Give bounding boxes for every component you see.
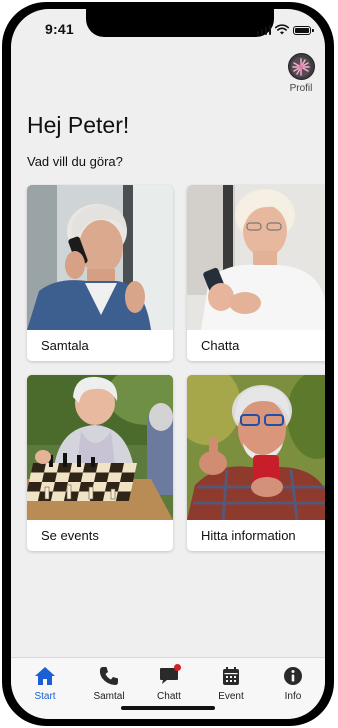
tab-event-label: Event [218, 691, 244, 702]
tab-event[interactable]: Event [201, 664, 261, 702]
home-icon [35, 667, 55, 685]
tab-samtal-label: Samtal [93, 691, 125, 702]
card-hitta-information[interactable]: Hitta information [187, 375, 325, 551]
calendar-icon [223, 667, 239, 685]
signal-icon [256, 25, 271, 35]
subtitle: Vad vill du göra? [27, 154, 123, 169]
greeting-title: Hej Peter! [27, 112, 130, 138]
card-se-events[interactable]: Se events [27, 375, 173, 551]
tab-info[interactable]: Info [263, 664, 323, 702]
card-chatta[interactable]: Chatta [187, 185, 325, 361]
card-samtala[interactable]: Samtala [27, 185, 173, 361]
card-hitta-information-label: Hitta information [187, 520, 325, 551]
status-icons [256, 24, 314, 35]
tab-start[interactable]: Start [15, 664, 75, 702]
tab-start-label: Start [34, 691, 56, 702]
home-indicator [121, 706, 215, 710]
photo-seniors-playing-chess [27, 375, 173, 520]
tab-chatt[interactable]: Chatt [139, 664, 199, 702]
chat-unread-badge [174, 664, 181, 671]
wifi-icon [275, 24, 289, 35]
photo-senior-man-thumbs-up [187, 375, 325, 520]
photo-senior-woman-texting [187, 185, 325, 330]
status-time: 9:41 [45, 21, 74, 37]
flower-avatar-icon [291, 56, 311, 77]
battery-icon [293, 26, 314, 35]
card-samtala-label: Samtala [27, 330, 173, 361]
profile-label: Profil [289, 83, 313, 94]
phone-frame: 9:41 Profil Hej Peter! Vad vill du göra?… [2, 2, 334, 726]
phone-icon [99, 667, 118, 685]
tab-info-label: Info [284, 691, 302, 702]
photo-senior-woman-on-phone [27, 185, 173, 330]
app-screen: 9:41 Profil Hej Peter! Vad vill du göra?… [11, 9, 325, 719]
card-chatta-label: Chatta [187, 330, 325, 361]
avatar [287, 53, 315, 80]
profile-button[interactable]: Profil [281, 53, 321, 94]
tab-samtal[interactable]: Samtal [79, 664, 139, 702]
notch [86, 9, 274, 37]
info-icon [284, 667, 302, 685]
card-se-events-label: Se events [27, 520, 173, 551]
tab-chatt-label: Chatt [157, 691, 181, 702]
